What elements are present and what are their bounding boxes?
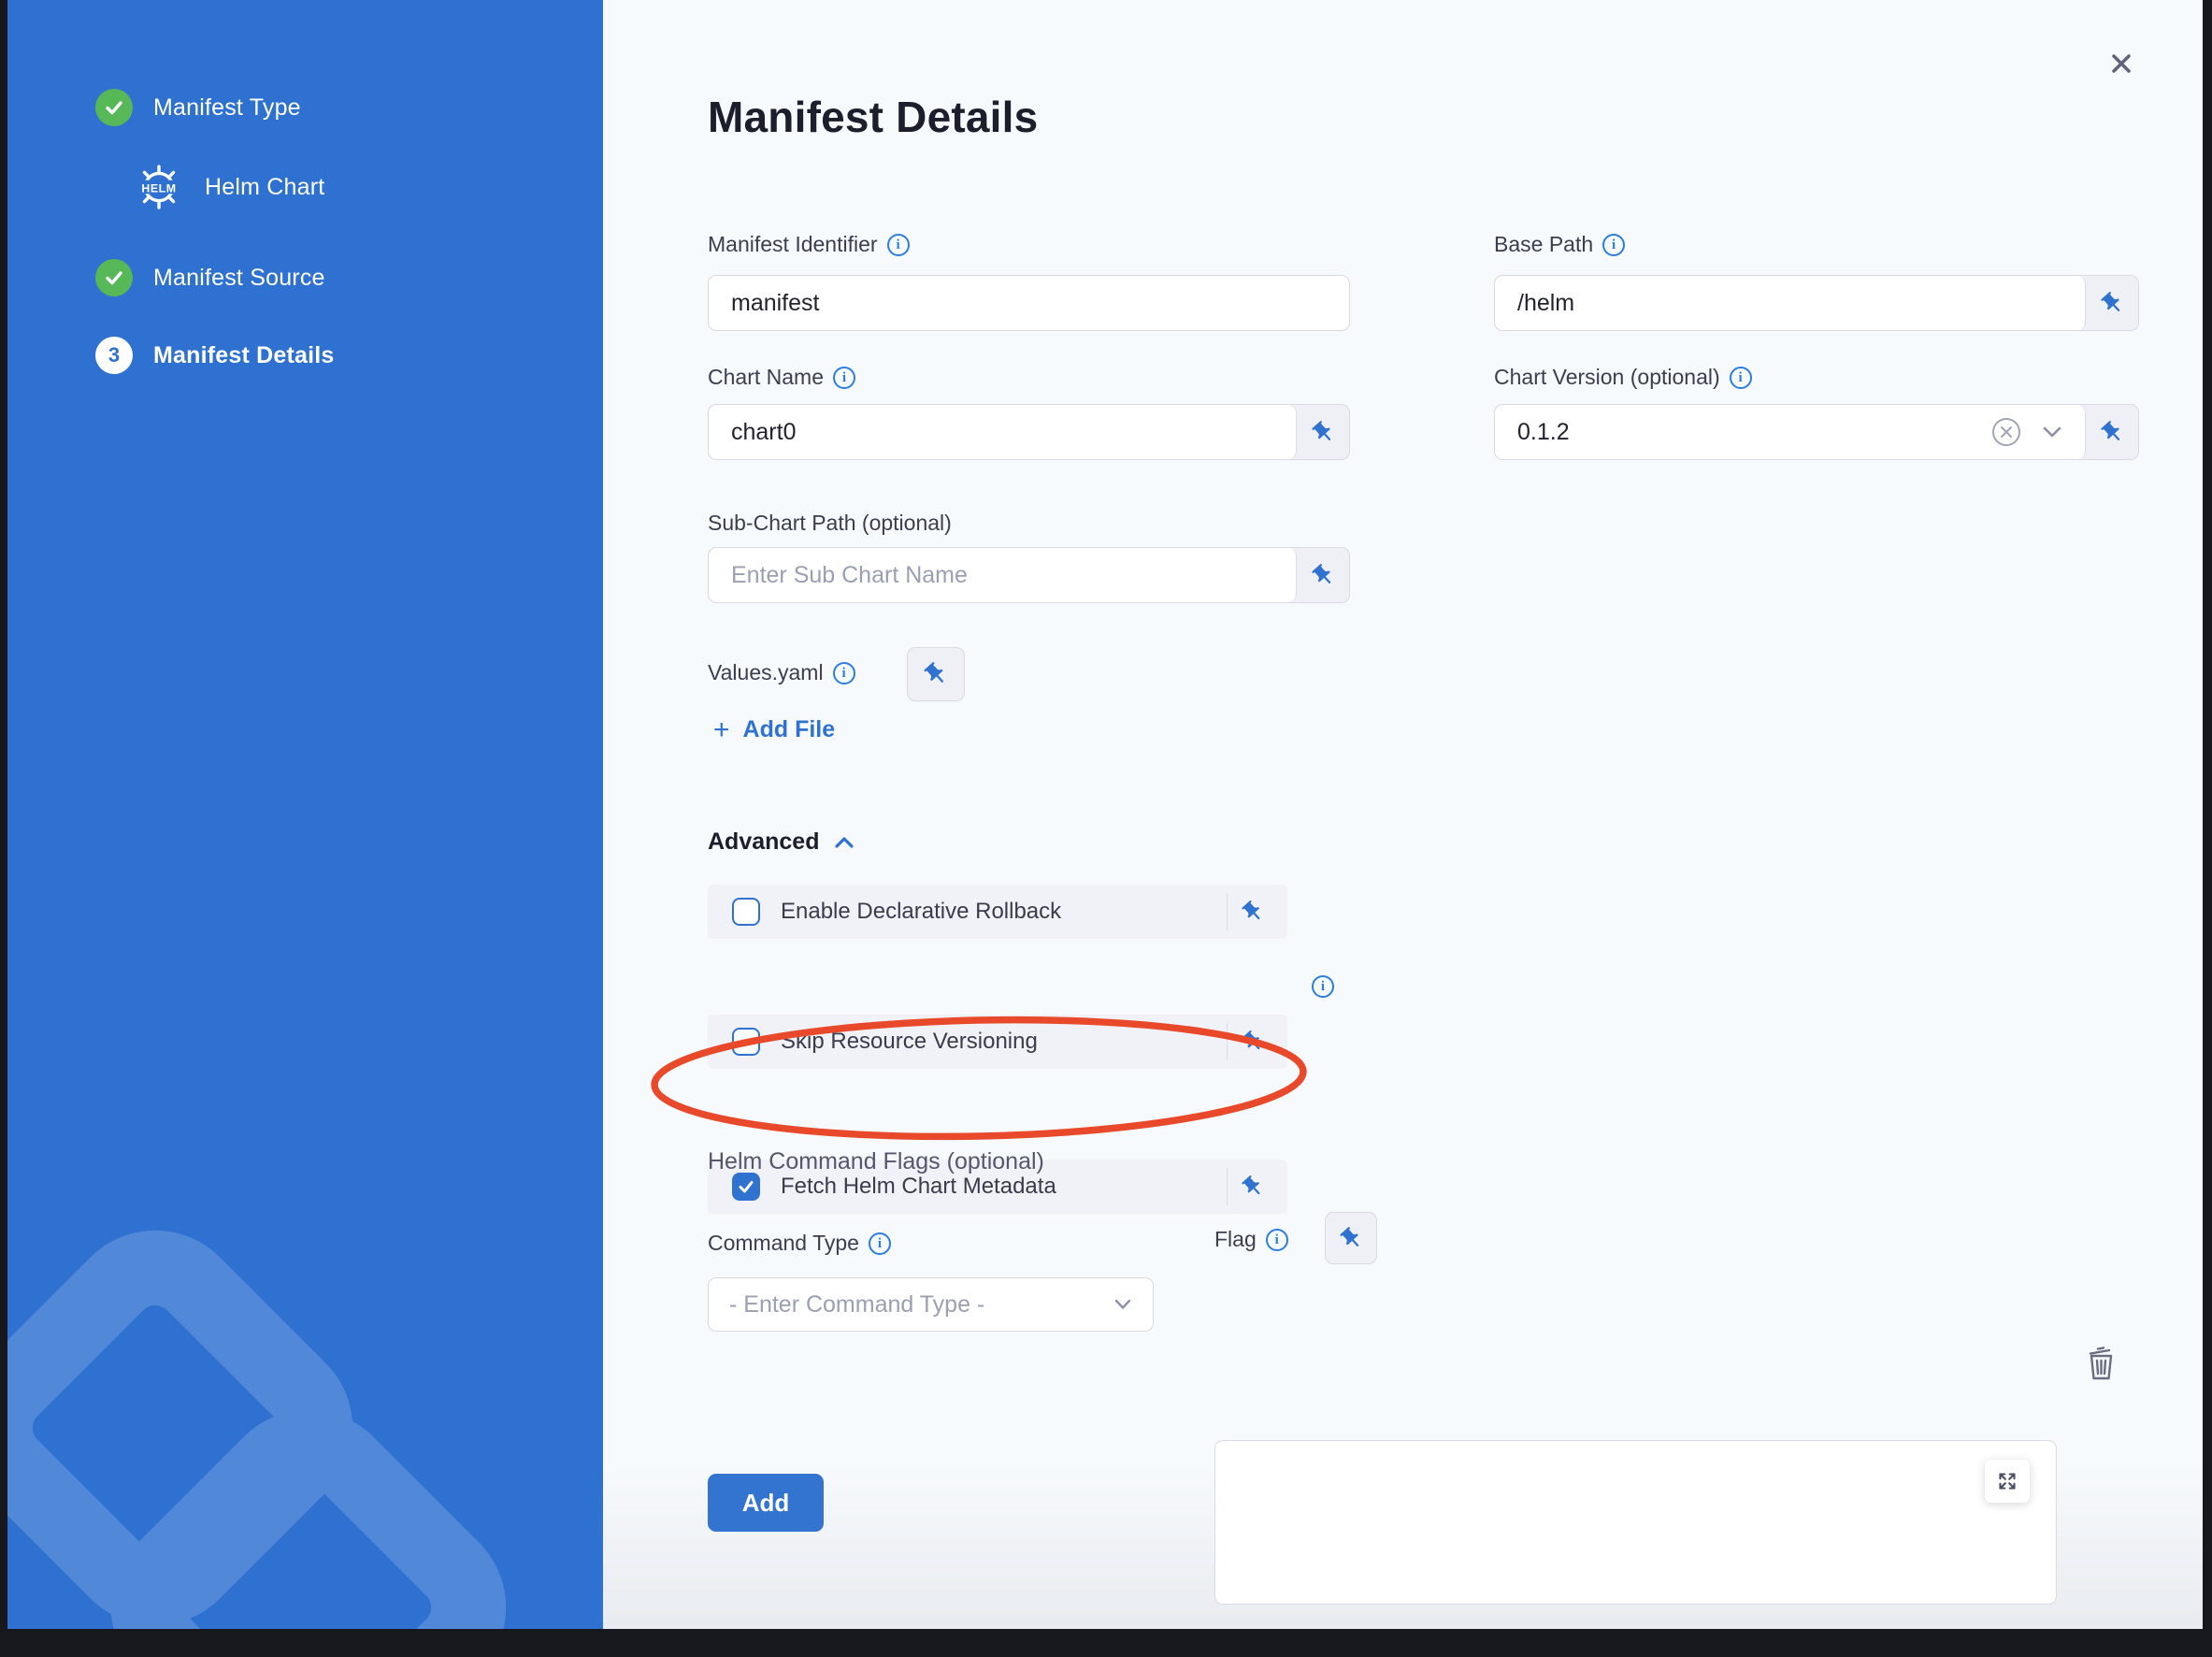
step-label: Manifest Source xyxy=(153,265,325,292)
pin-icon xyxy=(917,656,955,693)
pin-icon[interactable] xyxy=(1297,548,1349,602)
info-icon[interactable]: i xyxy=(1312,975,1334,998)
pin-icon xyxy=(1333,1220,1369,1256)
sidebar-step-manifest-details[interactable]: 3 Manifest Details xyxy=(95,337,335,374)
svg-text:HELM: HELM xyxy=(141,181,176,195)
divider xyxy=(1227,893,1228,930)
flag-pin-button[interactable] xyxy=(1325,1212,1377,1264)
chart-version-label: Chart Version (optional) i xyxy=(1494,365,1752,390)
wizard-sidebar: Manifest Type xyxy=(7,0,603,1629)
add-button[interactable]: Add xyxy=(708,1474,824,1532)
helm-command-flags-label: Helm Command Flags (optional) xyxy=(708,1148,1044,1175)
pin-icon[interactable] xyxy=(2086,276,2138,330)
helm-wheel-icon: HELM xyxy=(134,162,184,212)
base-path-label: Base Path i xyxy=(1494,232,1625,257)
checkbox-checked[interactable] xyxy=(732,1173,760,1201)
info-icon[interactable]: i xyxy=(1730,367,1752,389)
values-yaml-label: Values.yaml i xyxy=(708,660,855,685)
sidebar-substep-helm-chart[interactable]: HELM Helm Chart xyxy=(134,162,324,212)
pin-icon[interactable] xyxy=(1297,405,1349,459)
info-icon[interactable]: i xyxy=(869,1232,891,1255)
pin-icon[interactable] xyxy=(2086,405,2138,459)
chart-name-input[interactable] xyxy=(709,405,1297,459)
checkbox-row-enable-declarative-rollback[interactable]: Enable Declarative Rollback xyxy=(708,885,1287,939)
pin-icon[interactable] xyxy=(1232,885,1273,939)
expand-icon[interactable] xyxy=(1985,1460,2030,1503)
info-icon[interactable]: i xyxy=(833,662,855,684)
pin-icon[interactable] xyxy=(1232,1015,1273,1069)
chevron-down-icon[interactable] xyxy=(2041,425,2063,439)
step-done-check-icon xyxy=(95,89,133,126)
checkbox-unchecked[interactable] xyxy=(732,898,760,926)
manifest-identifier-input[interactable] xyxy=(708,275,1350,331)
pin-icon[interactable] xyxy=(1232,1160,1273,1214)
manifest-details-panel: Manifest Details Manifest Identifier i B… xyxy=(603,0,2203,1629)
step-number-badge: 3 xyxy=(95,337,133,374)
sidebar-step-manifest-source[interactable]: Manifest Source xyxy=(95,259,325,296)
values-yaml-pin-button[interactable] xyxy=(907,647,965,701)
info-icon[interactable]: i xyxy=(887,234,910,256)
delete-icon[interactable] xyxy=(2084,1343,2121,1384)
divider xyxy=(1227,1023,1228,1060)
sub-chart-path-label: Sub-Chart Path (optional) xyxy=(708,511,952,536)
chart-name-label: Chart Name i xyxy=(708,365,855,390)
info-icon[interactable]: i xyxy=(1602,234,1625,256)
page-title: Manifest Details xyxy=(708,92,1038,142)
close-icon[interactable] xyxy=(2099,41,2144,86)
command-type-label: Command Type i xyxy=(708,1231,891,1256)
flag-textarea[interactable] xyxy=(1214,1440,2057,1605)
manifest-identifier-label: Manifest Identifier i xyxy=(708,232,910,257)
info-icon[interactable]: i xyxy=(833,367,855,389)
checkbox-unchecked[interactable] xyxy=(732,1028,760,1056)
checkbox-row-skip-resource-versioning[interactable]: Skip Resource Versioning xyxy=(708,1015,1287,1069)
sidebar-step-manifest-type[interactable]: Manifest Type xyxy=(95,89,301,126)
divider xyxy=(1227,1168,1228,1205)
add-file-button[interactable]: + Add File xyxy=(713,716,835,743)
step-label: Manifest Details xyxy=(153,342,335,369)
step-label: Manifest Type xyxy=(153,94,301,122)
harness-logo-watermark xyxy=(7,1180,603,1629)
plus-icon: + xyxy=(713,718,730,742)
clear-icon[interactable] xyxy=(1992,418,2020,446)
command-type-select[interactable]: - Enter Command Type - xyxy=(708,1277,1154,1332)
info-icon[interactable]: i xyxy=(1266,1229,1288,1251)
base-path-input[interactable] xyxy=(1495,276,2086,330)
flag-label: Flag i xyxy=(1214,1227,1288,1252)
manifest-wizard-dialog: Manifest Type xyxy=(7,0,2203,1629)
step-label: Helm Chart xyxy=(205,174,324,201)
step-done-check-icon xyxy=(95,259,133,296)
sub-chart-path-input[interactable] xyxy=(709,548,1297,602)
chevron-up-icon xyxy=(834,836,855,849)
chevron-down-icon xyxy=(1113,1298,1132,1311)
advanced-section-toggle[interactable]: Advanced xyxy=(708,828,855,856)
